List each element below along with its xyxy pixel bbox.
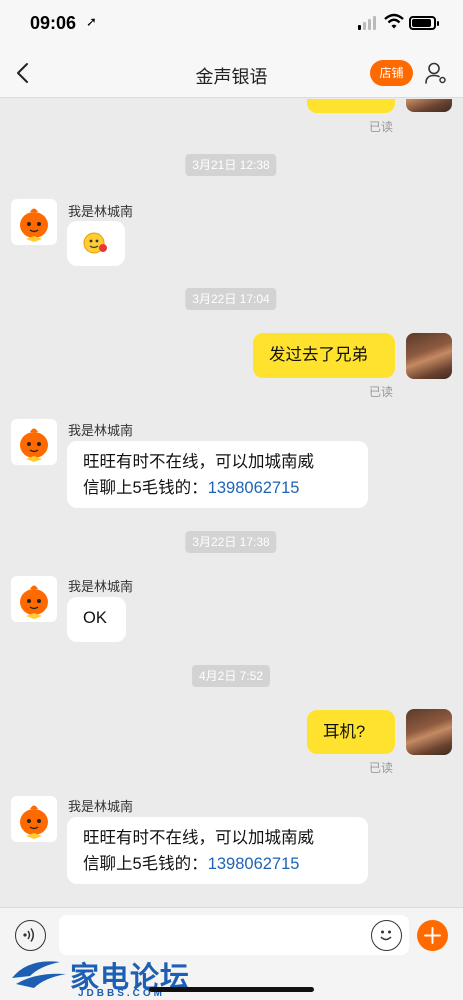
mascot-avatar-icon xyxy=(20,585,48,619)
mascot-avatar-icon xyxy=(20,208,48,242)
timestamp: 3月22日 17:04 xyxy=(185,288,277,310)
avatar[interactable] xyxy=(11,796,57,842)
mascot-avatar-icon xyxy=(20,805,48,839)
message-bubble-out-partial[interactable] xyxy=(307,99,395,113)
avatar[interactable] xyxy=(11,419,57,465)
phone-link[interactable]: 1398062715 xyxy=(208,855,300,873)
status-bar: 09:06 ➚ xyxy=(0,0,463,48)
timestamp: 3月22日 17:38 xyxy=(185,531,277,553)
message-bubble-in[interactable] xyxy=(67,221,125,266)
message-bubble-in[interactable]: OK xyxy=(67,597,126,642)
sender-name: 我是林城南 xyxy=(68,423,134,438)
sender-name: 我是林城南 xyxy=(68,579,134,594)
message-input[interactable] xyxy=(59,915,409,955)
status-time: 09:06 xyxy=(30,13,77,33)
chat-area[interactable]: 已读 3月21日 12:38 我是林城南 3月22日 17:04 发过去了兄弟 … xyxy=(0,99,463,906)
read-receipt: 已读 xyxy=(369,120,394,134)
input-bar: 家电论坛 JDBBS.COM xyxy=(0,907,463,1000)
phone-link[interactable]: 1398062715 xyxy=(208,479,300,497)
emoji-button[interactable] xyxy=(371,920,402,951)
message-text: 信聊上5毛钱的： xyxy=(83,855,208,873)
plus-icon xyxy=(424,927,441,944)
voice-icon xyxy=(23,928,34,942)
avatar[interactable] xyxy=(11,199,57,245)
message-bubble-out[interactable]: 耳机? xyxy=(307,710,395,754)
message-text: 发过去了兄弟 xyxy=(269,346,368,364)
read-receipt: 已读 xyxy=(369,761,394,775)
message-text: 信聊上5毛钱的： xyxy=(83,479,208,497)
watermark-logo-icon xyxy=(12,961,66,988)
voice-button[interactable] xyxy=(15,920,46,951)
message-bubble-out[interactable]: 发过去了兄弟 xyxy=(253,333,395,378)
home-indicator xyxy=(149,987,314,992)
signal-icon xyxy=(358,16,378,30)
user-settings-icon[interactable] xyxy=(424,61,448,85)
message-text-line: 旺旺有时不在线，可以加城南威 xyxy=(83,453,314,471)
message-text-line: 信聊上5毛钱的：1398062715 xyxy=(83,475,352,501)
timestamp: 3月21日 12:38 xyxy=(185,154,277,176)
sender-name: 我是林城南 xyxy=(68,799,134,814)
timestamp: 4月2日 7:52 xyxy=(191,665,271,687)
message-bubble-in[interactable]: 旺旺有时不在线，可以加城南威 信聊上5毛钱的：1398062715 xyxy=(67,817,368,884)
message-text-line: 信聊上5毛钱的：1398062715 xyxy=(83,851,352,877)
sticker-emoji-icon xyxy=(83,232,107,254)
avatar[interactable] xyxy=(406,333,452,379)
sender-name: 我是林城南 xyxy=(68,204,134,219)
nav-bar: 金声银语 店铺 xyxy=(0,48,463,98)
message-text: 耳机? xyxy=(323,723,366,741)
message-bubble-in[interactable]: 旺旺有时不在线，可以加城南威 信聊上5毛钱的：1398062715 xyxy=(67,441,368,508)
avatar[interactable] xyxy=(406,99,452,112)
avatar[interactable] xyxy=(406,709,452,755)
add-button[interactable] xyxy=(417,920,448,951)
wifi-icon xyxy=(384,13,404,29)
shop-button[interactable]: 店铺 xyxy=(370,60,413,86)
read-receipt: 已读 xyxy=(369,385,394,399)
emoji-icon xyxy=(380,930,392,941)
battery-icon xyxy=(409,16,439,30)
message-text-line: 旺旺有时不在线，可以加城南威 xyxy=(83,829,314,847)
location-arrow-icon: ➚ xyxy=(86,14,97,29)
mascot-avatar-icon xyxy=(20,428,48,462)
message-text: OK xyxy=(83,609,107,627)
avatar[interactable] xyxy=(11,576,57,622)
